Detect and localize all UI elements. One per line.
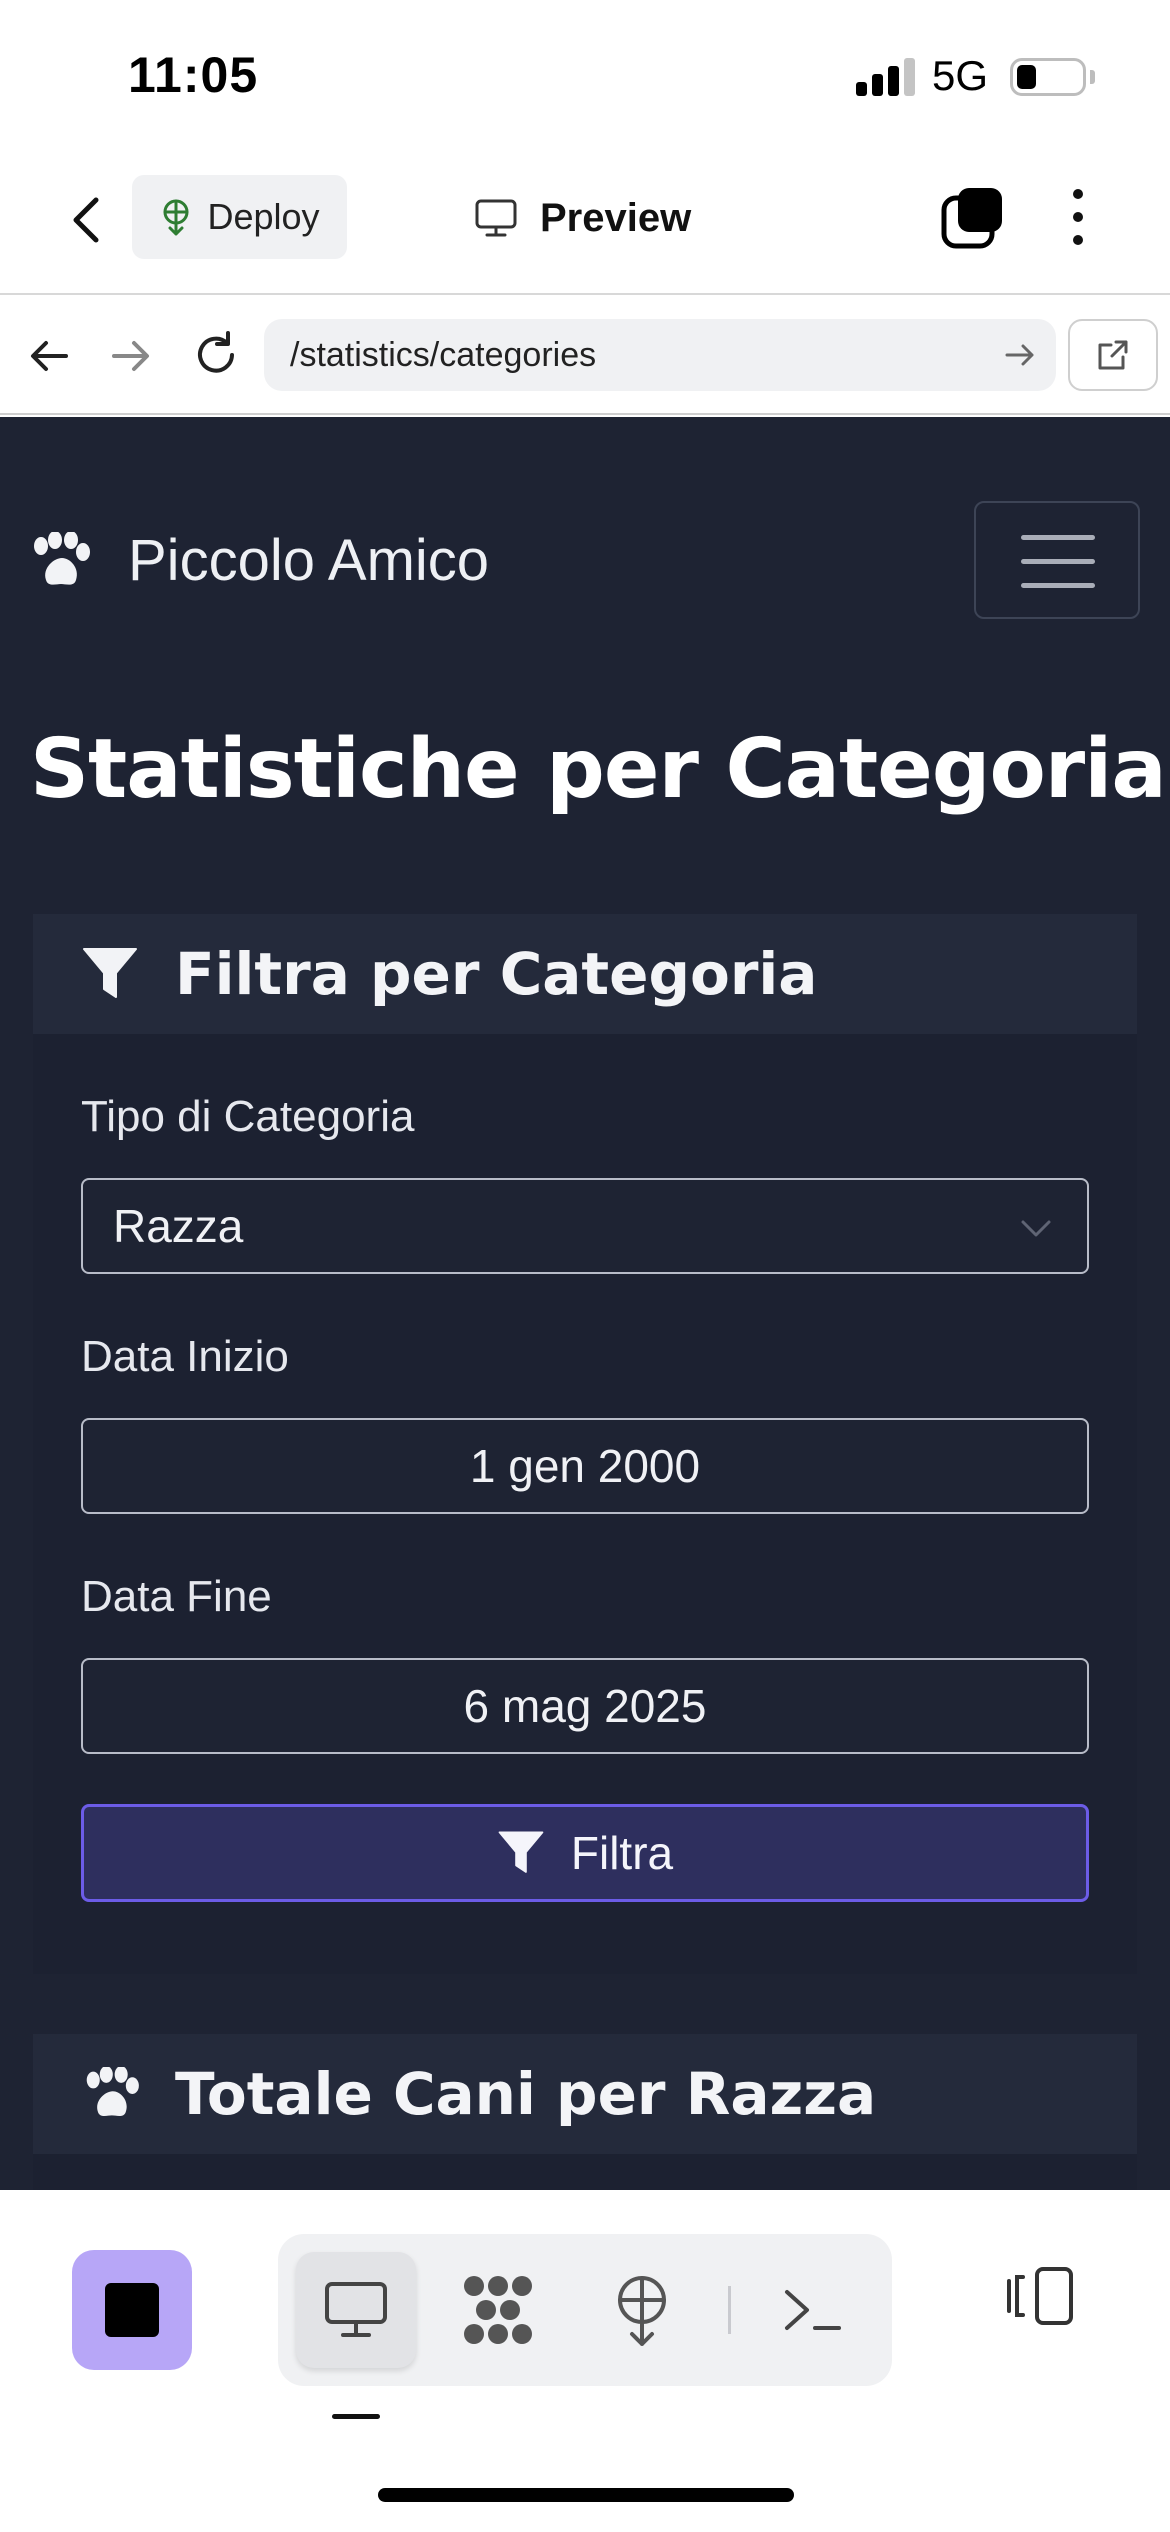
monitor-icon bbox=[325, 2282, 387, 2337]
home-indicator bbox=[378, 2488, 794, 2502]
hamburger-icon bbox=[1021, 535, 1095, 540]
total-by-breed-card: Totale Cani per Razza bbox=[33, 2034, 1137, 2190]
filter-icon bbox=[498, 1831, 544, 1873]
deploy-button[interactable]: Deploy bbox=[132, 175, 347, 259]
start-date-label: Data Inizio bbox=[81, 1332, 289, 1381]
view-switcher bbox=[278, 2234, 892, 2386]
total-card-header: Totale Cani per Razza bbox=[33, 2034, 1137, 2154]
tabs-button[interactable] bbox=[940, 184, 1006, 250]
url-text: /statistics/categories bbox=[290, 335, 597, 374]
page-title: Statistiche per Categoria bbox=[30, 722, 1167, 817]
bottom-bar bbox=[0, 2190, 1170, 2532]
layout-toggle-button[interactable] bbox=[990, 2246, 1090, 2346]
category-type-value: Razza bbox=[113, 1200, 244, 1252]
chevron-left-icon bbox=[73, 197, 99, 243]
tabs-icon bbox=[941, 188, 1002, 249]
stop-button[interactable] bbox=[72, 2250, 192, 2370]
navbar-toggle-button[interactable] bbox=[974, 501, 1140, 619]
end-date-input[interactable]: 6 mag 2025 bbox=[81, 1658, 1089, 1754]
battery-icon bbox=[1010, 58, 1086, 96]
open-external-button[interactable] bbox=[1068, 319, 1158, 391]
browser-back-button[interactable] bbox=[26, 333, 72, 379]
category-type-select[interactable]: Razza bbox=[81, 1178, 1089, 1274]
status-bar: 11:05 5G bbox=[0, 0, 1170, 150]
network-type: 5G bbox=[932, 52, 989, 99]
start-date-input[interactable]: 1 gen 2000 bbox=[81, 1418, 1089, 1514]
filter-card: Filtra per Categoria Tipo di Categoria R… bbox=[33, 914, 1137, 1974]
go-arrow-icon bbox=[1005, 344, 1034, 366]
filter-submit-button[interactable]: Filtra bbox=[81, 1804, 1089, 1902]
deploy-view-button[interactable] bbox=[582, 2252, 702, 2368]
paw-icon bbox=[86, 2067, 139, 2117]
deploy-label: Deploy bbox=[207, 196, 320, 237]
workflows-icon bbox=[464, 2276, 532, 2344]
deploy-icon bbox=[163, 199, 189, 236]
stop-icon bbox=[105, 2283, 159, 2337]
monitor-icon bbox=[475, 199, 517, 237]
browser-bar: /statistics/categories bbox=[0, 297, 1170, 415]
web-content: Piccolo Amico Statistiche per Categoria … bbox=[0, 417, 1170, 2190]
more-options-button[interactable] bbox=[1060, 184, 1096, 250]
filter-card-title: Filtra per Categoria bbox=[175, 940, 818, 1008]
segment-divider bbox=[728, 2286, 731, 2334]
workflows-view-button[interactable] bbox=[438, 2252, 558, 2368]
brand-name: Piccolo Amico bbox=[128, 528, 490, 593]
external-link-icon bbox=[1098, 340, 1128, 370]
start-date-value: 1 gen 2000 bbox=[469, 1440, 701, 1492]
filter-icon bbox=[83, 948, 137, 998]
preview-view-button[interactable] bbox=[296, 2252, 416, 2368]
url-field[interactable]: /statistics/categories bbox=[264, 319, 1056, 391]
preview-label: Preview bbox=[540, 195, 692, 240]
arrow-right-icon bbox=[112, 341, 149, 371]
reload-icon bbox=[198, 331, 234, 373]
filter-submit-label: Filtra bbox=[570, 1827, 674, 1879]
end-date-label: Data Fine bbox=[81, 1572, 272, 1621]
end-date-value: 6 mag 2025 bbox=[463, 1680, 707, 1732]
shell-view-button[interactable] bbox=[752, 2252, 872, 2368]
filter-card-header: Filtra per Categoria bbox=[33, 914, 1137, 1034]
reload-button[interactable] bbox=[190, 329, 242, 381]
back-button[interactable] bbox=[62, 190, 112, 250]
arrow-left-icon bbox=[31, 341, 68, 371]
total-card-title: Totale Cani per Razza bbox=[175, 2060, 877, 2128]
status-time: 11:05 bbox=[128, 47, 259, 103]
terminal-icon bbox=[785, 2290, 841, 2330]
navbar-brand[interactable]: Piccolo Amico bbox=[28, 527, 489, 594]
deploy-icon bbox=[618, 2276, 666, 2346]
paw-icon bbox=[34, 531, 90, 585]
active-view-indicator bbox=[332, 2414, 380, 2419]
app-toolbar: Deploy Preview bbox=[0, 150, 1170, 295]
signal-strength-icon bbox=[856, 58, 916, 96]
chevron-down-icon bbox=[1021, 1220, 1051, 1237]
preview-tab[interactable]: Preview bbox=[474, 188, 691, 248]
browser-forward-button[interactable] bbox=[108, 333, 154, 379]
split-panel-icon bbox=[1007, 2267, 1073, 2325]
category-type-label: Tipo di Categoria bbox=[81, 1092, 415, 1141]
more-vertical-icon bbox=[1073, 189, 1083, 245]
